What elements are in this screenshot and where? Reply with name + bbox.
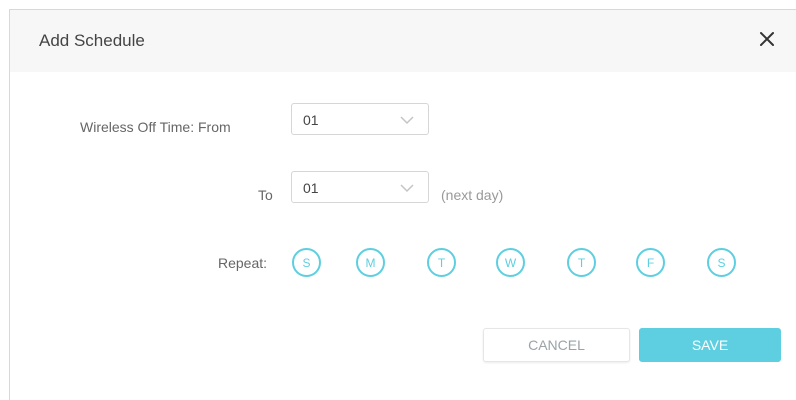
to-time-select[interactable]: 01: [291, 171, 429, 203]
day-letter: M: [365, 255, 376, 270]
day-letter: F: [646, 255, 655, 270]
day-toggle-friday[interactable]: F: [636, 248, 665, 277]
chevron-down-icon: [400, 116, 414, 125]
from-label: Wireless Off Time: From: [80, 119, 231, 135]
save-button[interactable]: SAVE: [639, 328, 781, 362]
day-toggle-tuesday[interactable]: T: [427, 248, 456, 277]
day-letter: T: [437, 255, 446, 270]
day-toggle-saturday[interactable]: S: [707, 248, 736, 277]
from-time-select[interactable]: 01: [291, 103, 429, 135]
repeat-label: Repeat:: [218, 255, 268, 271]
close-icon[interactable]: [758, 30, 776, 48]
day-letter: T: [577, 255, 586, 270]
day-toggle-thursday[interactable]: T: [567, 248, 596, 277]
next-day-hint: (next day): [441, 187, 504, 203]
to-time-value: 01: [303, 180, 319, 196]
from-time-value: 01: [303, 112, 319, 128]
to-label: To: [258, 187, 273, 203]
day-toggle-wednesday[interactable]: W: [496, 248, 525, 277]
day-letter: W: [504, 255, 517, 270]
cancel-button[interactable]: CANCEL: [483, 328, 630, 362]
day-letter: S: [717, 255, 726, 270]
close-icon-glyph: [760, 32, 774, 46]
chevron-down-icon: [400, 184, 414, 193]
dialog-header: Add Schedule: [10, 10, 796, 72]
day-toggle-monday[interactable]: M: [356, 248, 385, 277]
dialog-title: Add Schedule: [39, 31, 145, 50]
day-toggle-sunday[interactable]: S: [292, 248, 321, 277]
add-schedule-dialog: Add Schedule Wireless Off Time: From 01 …: [9, 9, 796, 400]
day-letter: S: [302, 255, 311, 270]
